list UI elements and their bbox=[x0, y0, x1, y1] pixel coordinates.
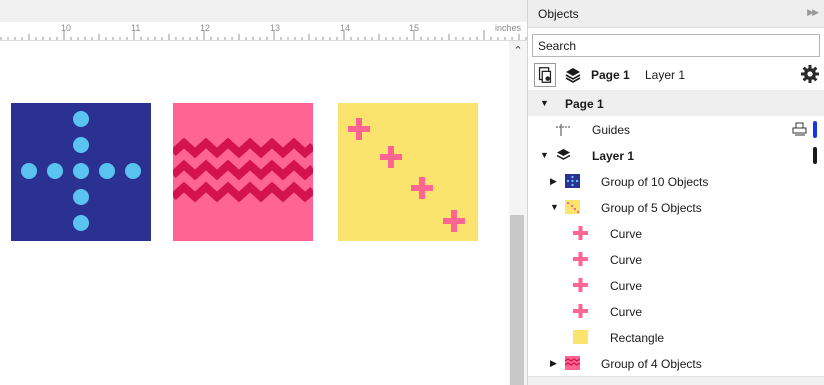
tree-row-group-5[interactable]: ▼ Group of 5 Objects bbox=[528, 194, 824, 220]
expand-triangle-icon[interactable]: ▶ bbox=[550, 168, 557, 194]
pink-plus-curve-thumbnail bbox=[573, 226, 588, 240]
docker-title: Objects bbox=[538, 7, 579, 21]
yellow-rectangle-thumbnail bbox=[573, 330, 588, 344]
docker-toolbar: Page 1 Layer 1 bbox=[528, 60, 824, 90]
tree-item-label: Group of 10 Objects bbox=[601, 175, 709, 189]
pink-plus-curve-thumbnail bbox=[573, 278, 588, 292]
horizontal-ruler[interactable]: 10 11 12 13 14 15 inches bbox=[0, 0, 527, 41]
tree-row-curve[interactable]: Curve bbox=[528, 246, 824, 272]
tree-row-guides[interactable]: Guides bbox=[528, 116, 824, 142]
tree-item-label: Curve bbox=[610, 305, 643, 319]
tree-item-label: Curve bbox=[610, 253, 643, 267]
yellow-plus-thumbnail bbox=[565, 200, 580, 214]
pink-plus-curve-thumbnail bbox=[573, 252, 588, 266]
guides-color-bar bbox=[813, 121, 817, 138]
expand-triangle-icon[interactable]: ▶ bbox=[550, 350, 557, 376]
collapse-triangle-icon[interactable]: ▼ bbox=[540, 142, 549, 168]
docker-bottom-bar bbox=[528, 376, 824, 385]
current-layer-label: Layer 1 bbox=[645, 68, 686, 82]
collapse-triangle-icon[interactable]: ▼ bbox=[540, 90, 549, 116]
tree-row-rectangle[interactable]: Rectangle bbox=[528, 324, 824, 350]
tree-row-group-10[interactable]: ▶ Group of 10 Objects bbox=[528, 168, 824, 194]
tree-row-curve[interactable]: Curve bbox=[528, 298, 824, 324]
printer-icon[interactable] bbox=[792, 122, 807, 136]
tree-item-label: Curve bbox=[610, 227, 643, 241]
layer-manager-view-button[interactable] bbox=[534, 63, 556, 87]
layer-stack-icon bbox=[556, 149, 571, 160]
navy-dot-cross-thumbnail bbox=[565, 174, 580, 188]
scroll-up-chevron-icon[interactable]: ⌃ bbox=[511, 44, 525, 58]
tree-item-label: Rectangle bbox=[610, 331, 665, 345]
layer-manager-icon bbox=[538, 67, 552, 83]
pink-plus-curve-thumbnail bbox=[573, 304, 588, 318]
tree-row-group-4[interactable]: ▶ Group of 4 Objects bbox=[528, 350, 824, 376]
tree-row-page[interactable]: ▼ Page 1 bbox=[528, 90, 824, 116]
docker-header: Objects ▶▶ bbox=[528, 0, 824, 28]
gear-icon[interactable] bbox=[800, 64, 820, 84]
tree-layer-label: Layer 1 bbox=[592, 149, 635, 163]
group-of-5-objects-shape[interactable] bbox=[338, 103, 478, 241]
tree-page-label: Page 1 bbox=[565, 97, 604, 111]
layer-color-bar bbox=[813, 147, 817, 164]
drawing-canvas[interactable]: 10 11 12 13 14 15 inches ⌃ bbox=[0, 0, 527, 385]
layers-stack-icon bbox=[565, 68, 581, 83]
objects-docker: Objects ▶▶ Page 1 Layer 1 bbox=[527, 0, 824, 385]
ruler-header-strip bbox=[0, 0, 527, 22]
search-input[interactable] bbox=[532, 34, 820, 57]
tree-item-label: Curve bbox=[610, 279, 643, 293]
ruler-ticks bbox=[0, 30, 527, 40]
tree-row-curve[interactable]: Curve bbox=[528, 220, 824, 246]
tree-item-label: Group of 5 Objects bbox=[601, 201, 702, 215]
double-chevron-right-icon[interactable]: ▶▶ bbox=[807, 7, 819, 18]
collapse-triangle-icon[interactable]: ▼ bbox=[550, 194, 559, 220]
current-page-label: Page 1 bbox=[591, 68, 630, 82]
tree-row-curve[interactable]: Curve bbox=[528, 272, 824, 298]
tree-guides-label: Guides bbox=[592, 123, 631, 137]
guides-icon bbox=[556, 124, 571, 136]
scrollbar-thumb[interactable] bbox=[510, 215, 524, 385]
group-of-4-objects-shape[interactable] bbox=[173, 103, 313, 241]
tree-item-label: Group of 4 Objects bbox=[601, 357, 702, 371]
group-of-10-objects-shape[interactable] bbox=[11, 103, 151, 241]
pink-zigzag-thumbnail bbox=[565, 356, 580, 370]
tree-row-layer[interactable]: ▼ Layer 1 bbox=[528, 142, 824, 168]
